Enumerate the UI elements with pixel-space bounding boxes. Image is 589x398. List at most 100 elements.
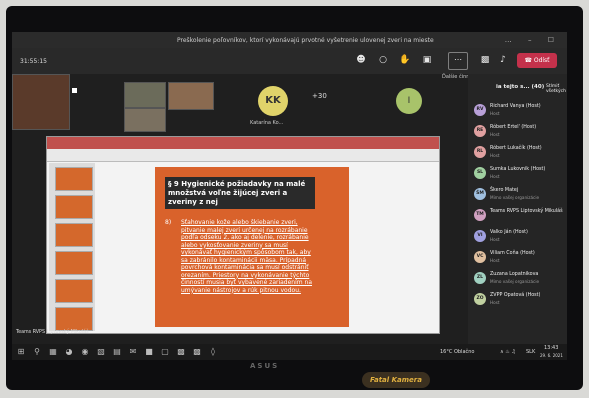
- slide-thumb[interactable]: [55, 223, 93, 247]
- avatar-i[interactable]: I: [396, 88, 422, 114]
- participant-avatar: ŠM: [474, 188, 486, 200]
- meeting-toolbar: 31:55:15 ☻ ○ ✋ ▣ ⋯ ▩ ♪ ⇧ ☎ Odísť: [12, 48, 567, 74]
- participant-avatar: RL: [474, 146, 486, 158]
- raise-hand-icon[interactable]: ✋: [398, 54, 412, 66]
- rooms-icon[interactable]: ▣: [420, 54, 434, 66]
- slide-body: 8) Sťahovanie kože alebo škiebanie zveri…: [165, 219, 325, 319]
- store-icon[interactable]: ▤: [112, 347, 122, 357]
- participant-name: Škero Matej: [490, 188, 519, 193]
- participant-avatar: ZL: [474, 272, 486, 284]
- start-icon[interactable]: ⊞: [16, 347, 26, 357]
- participant-name: Teams RVPS Liptovský Mikuláš: [490, 209, 563, 214]
- participant-role: Host: [490, 237, 500, 242]
- participant-role: Host: [490, 258, 500, 263]
- pin-icon[interactable]: [72, 88, 77, 93]
- slide-thumb[interactable]: [55, 251, 93, 275]
- slide-thumbnails: [49, 163, 95, 331]
- participant-avatar: RV: [474, 104, 486, 116]
- task-view-icon[interactable]: ▦: [48, 347, 58, 357]
- slide-item-text: Sťahovanie kože alebo škiebanie zveri, p…: [181, 219, 313, 294]
- participant-name: Viliam Coňa (Host): [490, 251, 535, 256]
- participant-avatar: SL: [474, 167, 486, 179]
- windows-taskbar: ⊞ ⚲ ▦ ◕ ◉ ▧ ▤ ✉ ■ ▢ ▩ ▩ ◊ 16°C Oblačno ∧…: [12, 344, 567, 360]
- participant-role: Host: [490, 300, 500, 305]
- participant-item[interactable]: ŠM Škero Matej Mimo vašej organizácie: [474, 186, 566, 204]
- window-title: Preškolenie poľovníkov, ktorí vykonávajú…: [177, 37, 434, 44]
- teams-icon[interactable]: ▩: [192, 347, 202, 357]
- slide-thumb[interactable]: [55, 195, 93, 219]
- participant-item[interactable]: TM Teams RVPS Liptovský Mikuláš: [474, 207, 566, 225]
- powerpoint-icon[interactable]: ■: [144, 347, 154, 357]
- slide-thumb[interactable]: [55, 279, 93, 303]
- window-controls[interactable]: … – ☐: [505, 36, 561, 44]
- word-icon[interactable]: ▢: [160, 347, 170, 357]
- chrome-icon[interactable]: ◉: [80, 347, 90, 357]
- participant-role: Host: [490, 174, 500, 179]
- participant-item[interactable]: SL Sumka Lukovnik (Host) Host: [474, 165, 566, 183]
- video-tile-1[interactable]: [12, 74, 70, 130]
- participant-item[interactable]: ZL Zuzana Lopatnikova Mimo vašej organizác…: [474, 270, 566, 288]
- microphone-icon[interactable]: ♪: [496, 54, 510, 66]
- excel-icon[interactable]: ▩: [176, 347, 186, 357]
- participant-avatar: VI: [474, 230, 486, 242]
- participant-item[interactable]: VC Viliam Coňa (Host) Host: [474, 249, 566, 267]
- participant-item[interactable]: RL Róbert Lukačík (Host) Host: [474, 144, 566, 162]
- participant-name: Zuzana Lopatnikova: [490, 272, 539, 277]
- avatar-kk[interactable]: KK: [258, 86, 288, 116]
- screen: Preškolenie poľovníkov, ktorí vykonávajú…: [12, 32, 567, 360]
- video-tile-3[interactable]: [124, 108, 166, 132]
- explorer-icon[interactable]: ▧: [96, 347, 106, 357]
- title-bar: Preškolenie poľovníkov, ktorí vykonávajú…: [12, 32, 567, 48]
- participant-name: Valko Ján (Host): [490, 230, 528, 235]
- participants-icon[interactable]: ☻: [354, 54, 368, 66]
- camera-icon[interactable]: ▩: [478, 54, 492, 66]
- participant-item[interactable]: RE Róbert Ertel' (Host) Host: [474, 123, 566, 141]
- shared-presentation: § 9 Hygienické požiadavky na malé množst…: [46, 136, 440, 334]
- participant-name: ZVPP Opatová (Host): [490, 293, 541, 298]
- clock-date[interactable]: 29. 6. 2021: [540, 353, 563, 358]
- participant-item[interactable]: ZO ZVPP Opatová (Host) Host: [474, 291, 566, 309]
- slide-title: § 9 Hygienické požiadavky na malé množst…: [165, 177, 315, 209]
- app-icon[interactable]: ◊: [208, 347, 218, 357]
- tray-icons[interactable]: ∧ ♨ ♫: [500, 349, 516, 355]
- meeting-timer: 31:55:15: [20, 58, 47, 65]
- participant-avatar: RE: [474, 125, 486, 137]
- leave-button[interactable]: ☎ Odísť: [517, 53, 557, 68]
- sticker-logo: Fatal Kamera: [362, 372, 430, 388]
- slide-thumb[interactable]: [55, 307, 93, 331]
- language-indicator[interactable]: SLK: [526, 349, 535, 355]
- participant-role: Host: [490, 153, 500, 158]
- participant-name: Róbert Lukačík (Host): [490, 146, 542, 151]
- ppt-ribbon: [47, 137, 439, 149]
- monitor-brand-logo: ASUS: [250, 362, 280, 370]
- participant-role: Host: [490, 111, 500, 116]
- video-tile-2[interactable]: [124, 82, 166, 108]
- current-slide: § 9 Hygienické požiadavky na malé množst…: [155, 167, 349, 327]
- panel-title: ia tejto s... (40): [496, 84, 545, 90]
- participant-avatar: VC: [474, 251, 486, 263]
- chat-icon[interactable]: ○: [376, 54, 390, 66]
- leave-label: Odísť: [533, 57, 550, 64]
- participant-avatar: ZO: [474, 293, 486, 305]
- more-actions-button[interactable]: ⋯: [448, 52, 468, 70]
- more-participants-count[interactable]: +30: [312, 92, 327, 100]
- participant-name: Róbert Ertel' (Host): [490, 125, 537, 130]
- avatar-kk-name: Katarína Ko...: [250, 120, 284, 126]
- search-icon[interactable]: ⚲: [32, 347, 42, 357]
- participant-role: Mimo vašej organizácie: [490, 279, 540, 284]
- edge-icon[interactable]: ◕: [64, 347, 74, 357]
- participant-name: Richard Vanya (Host): [490, 104, 541, 109]
- video-tile-4[interactable]: [168, 82, 214, 110]
- participant-role: Mimo vašej organizácie: [490, 195, 540, 200]
- mail-icon[interactable]: ✉: [128, 347, 138, 357]
- participant-avatar: TM: [474, 209, 486, 221]
- participant-item[interactable]: RV Richard Vanya (Host) Host: [474, 102, 566, 120]
- mute-all-button[interactable]: Stlmiť všetkých: [546, 84, 567, 94]
- ppt-toolbar: [47, 149, 439, 162]
- slide-thumb[interactable]: [55, 167, 93, 191]
- participants-panel: ia tejto s... (40) Stlmiť všetkých RV Ric…: [468, 74, 567, 344]
- weather-text[interactable]: 16°C Oblačno: [440, 349, 474, 355]
- participant-name: Sumka Lukovnik (Host): [490, 167, 546, 172]
- participant-item[interactable]: VI Valko Ján (Host) Host: [474, 228, 566, 246]
- clock-time[interactable]: 13:43: [544, 345, 558, 351]
